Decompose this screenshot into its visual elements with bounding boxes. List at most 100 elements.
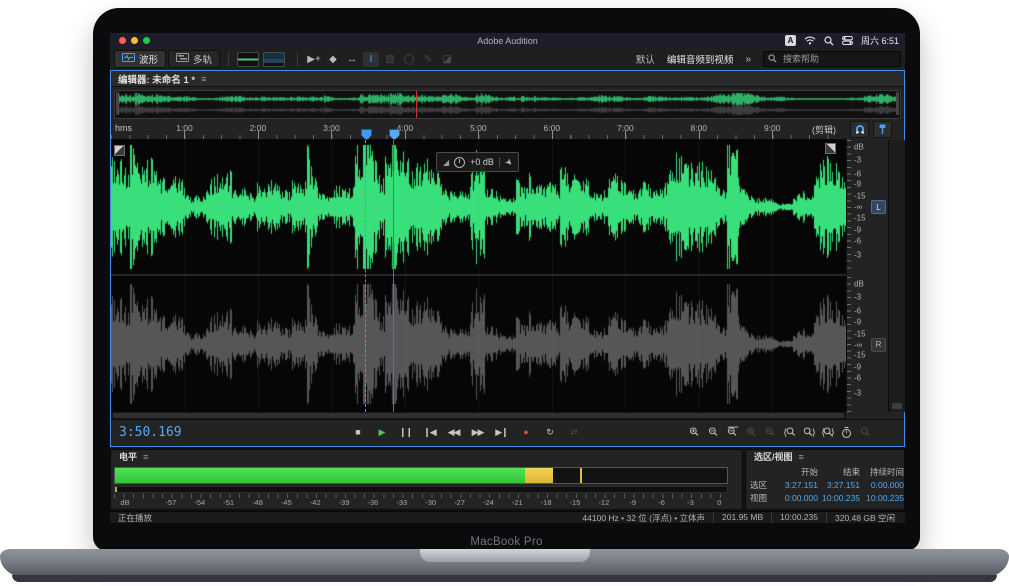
zoom-out-full-button[interactable] [724,424,741,440]
level-meter[interactable]: dB-57-54-51-48-45-42-39-36-33-30-27-24-2… [114,467,726,507]
record-button[interactable]: ● [515,423,536,441]
overview-right-grip[interactable] [896,92,899,115]
razor-tool[interactable]: ◆ [325,52,341,67]
levels-panel-header[interactable]: 电平 ≡ [111,450,742,463]
marker-pin-icon[interactable] [873,121,892,138]
channel-badge-L[interactable]: L [871,200,886,214]
selection-marker-line [365,140,366,412]
selection-view-header-row: 开始结束持续时间 [750,465,900,478]
menu-bar: Adobe Audition A 周六 6:51 [110,33,905,48]
help-search-box[interactable] [763,51,901,67]
waveform-view-button[interactable]: 波形 [114,50,166,68]
tool-buttons: ▶+◆↔I▧◯✎◪ [306,52,455,67]
editor-panel: 编辑器: 未命名 1 * ≡ hms 1:002:003:004:005:006… [110,70,905,447]
selection-view-header[interactable]: 选区/视图 ≡ [746,450,904,463]
time-value[interactable]: 0:00.000 [776,493,818,503]
horizontal-scrollbar-thumb[interactable] [113,413,844,418]
channel-badge-R[interactable]: R [871,338,886,352]
pause-button[interactable]: ❙❙ [395,423,416,441]
playhead-time-display[interactable]: 3:50.169 [119,425,182,440]
play-button[interactable]: ▶ [371,423,392,441]
vertical-scrollbar-thumb[interactable] [892,403,902,409]
workspace-active[interactable]: 编辑音频到视频 [667,52,734,66]
hud-pin-icon[interactable]: ➤ [502,155,515,168]
fast-forward-button[interactable]: ▶▶ [467,423,488,441]
levels-panel-title: 电平 [119,450,137,463]
panel-menu-icon[interactable]: ≡ [799,452,804,462]
time-grid [111,140,846,412]
panel-menu-icon[interactable]: ≡ [201,74,206,84]
fade-out-handle[interactable] [825,143,836,154]
meter-scale-label: -21 [512,498,523,507]
editor-panel-header[interactable]: 编辑器: 未命名 1 * ≡ [111,71,904,87]
hud-gain-value[interactable]: +0 dB [470,157,494,167]
zoom-to-playhead-button[interactable] [838,424,855,440]
time-value[interactable]: 0:00.000 [860,480,904,490]
loop-playback-button[interactable]: ↻ [539,423,560,441]
rewind-button[interactable]: ◀◀ [443,423,464,441]
db-scale-label: -6 [854,306,861,315]
control-center-icon[interactable] [842,36,853,45]
vertical-scrollbar[interactable] [888,140,905,412]
workspace-overflow-chevrons[interactable]: » [745,54,751,65]
fade-in-handle[interactable] [114,145,125,156]
playback-status: 正在播放 [118,512,152,523]
zoom-to-out-point-button[interactable] [800,424,817,440]
zoom-in-time-button[interactable] [686,424,703,440]
spectral-display-icon[interactable] [263,52,285,67]
column-header: 结束 [818,466,860,478]
column-header: 持续时间 [860,466,904,478]
time-value[interactable]: 10:00.235 [818,493,860,503]
ruler-tick [699,131,700,139]
zoom-to-selection-button[interactable] [819,424,836,440]
input-source-icon[interactable]: A [785,35,796,46]
time-value[interactable]: 10:00.235 [860,493,904,503]
time-selection-tool[interactable]: I [363,52,379,67]
skip-to-end-button[interactable]: ▶❙ [491,423,512,441]
db-scale-label: dB [854,279,864,288]
paintbrush-selection-tool: ✎ [420,52,436,67]
playhead-line [393,140,394,412]
snap-magnet-icon[interactable] [850,121,869,138]
workspace-default[interactable]: 默认 [636,52,655,66]
meter-scale-label: -9 [629,498,636,507]
panel-menu-icon[interactable]: ≡ [143,452,148,462]
spotlight-icon[interactable] [824,36,834,46]
waveform-display-icon[interactable] [237,52,259,67]
macbook-device: Adobe Audition A 周六 6:51 波形 [0,0,1009,586]
menu-bar-clock[interactable]: 周六 6:51 [861,34,899,47]
zoom-out-time-button[interactable] [705,424,722,440]
wifi-icon[interactable] [804,36,816,45]
selection-view-table: 开始结束持续时间选区3:27.1513:27.1510:00.000视图0:00… [750,465,900,504]
meter-scale-label: -6 [658,498,665,507]
volume-hud[interactable]: ◢ +0 dB ➤ [436,152,519,172]
scale-ticks [847,277,851,412]
search-input[interactable] [781,53,896,65]
meter-scale-label: -15 [570,498,581,507]
zoom-buttons [686,424,874,440]
time-value[interactable]: 3:27.151 [776,480,818,490]
timeline-ruler[interactable]: hms 1:002:003:004:005:006:007:008:009:00… [111,120,846,140]
meter-scale-label: dB [120,498,129,507]
laptop-body [0,549,1009,578]
db-scale-label: -9 [854,180,861,189]
file-info-items: 44100 Hz • 32 位 (浮点) • 立体声201.95 MB10:00… [574,512,903,523]
time-value[interactable]: 3:27.151 [818,480,860,490]
horizontal-scrollbar[interactable] [111,412,846,419]
move-tool[interactable]: ▶+ [306,52,322,67]
ruler-tick [331,131,332,139]
multitrack-view-button[interactable]: 多轨 [168,50,220,68]
app-toolbar: 波形多轨 ▶+◆↔I▧◯✎◪ 默认 编辑音频到视频 » [110,48,905,71]
meter-scale-label: -27 [454,498,465,507]
overview-navigator[interactable] [114,90,901,119]
status-info-item: 320.48 GB 空闲 [826,512,903,523]
overview-left-grip[interactable] [116,92,119,115]
slip-tool[interactable]: ↔ [344,52,360,67]
overview-waveform[interactable] [116,92,899,117]
zoom-to-in-point-button[interactable] [781,424,798,440]
skip-to-start-button[interactable]: ❙◀ [419,423,440,441]
waveform-display[interactable]: ◢ +0 dB ➤ [111,140,846,412]
hud-knob-icon[interactable] [454,157,465,168]
stop-button[interactable]: ■ [347,423,368,441]
transport-bar: 3:50.169 ■▶❙❙❙◀◀◀▶▶▶❙●↻⇄ [111,419,904,446]
